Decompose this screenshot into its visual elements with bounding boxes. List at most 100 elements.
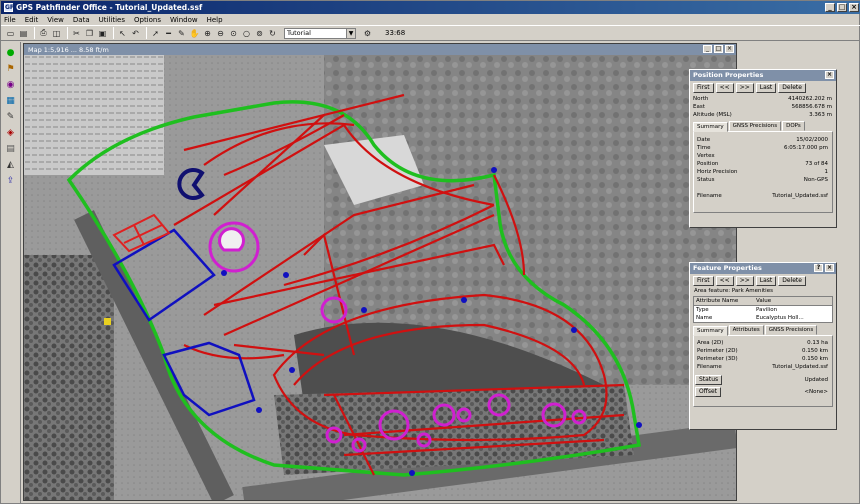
feature-type-label: Area feature: Park Amenities xyxy=(694,288,773,294)
tab-gnss-precisions[interactable]: GNSS Precisions xyxy=(764,325,818,335)
map-window: Map 1:5,916 ... 8.58 ft/m _ □ × xyxy=(23,43,737,501)
left-toolbar: ● ⚑ ◉ ▦ ✎ ◈ ▤ ◭ ⇪ xyxy=(1,42,21,504)
help-icon[interactable]: ? xyxy=(814,264,823,272)
feature-first-button[interactable]: First xyxy=(693,276,714,286)
menu-utilities[interactable]: Utilities xyxy=(99,16,125,24)
toolbar-separator xyxy=(34,27,35,39)
tab-attributes[interactable]: Attributes xyxy=(728,325,764,335)
feature-delete-button[interactable]: Delete xyxy=(778,276,806,286)
feature-filename-value: Tutorial_Updated.ssf xyxy=(772,364,828,370)
attr-value: Eucalyptus Holl... xyxy=(756,315,804,321)
undo-icon[interactable]: ↶ xyxy=(130,28,141,39)
menu-options[interactable]: Options xyxy=(134,16,161,24)
attr-value: Pavilion xyxy=(756,307,778,313)
print-icon[interactable]: ⎙ xyxy=(38,28,49,39)
grid-header: Attribute Name Value xyxy=(694,297,832,306)
position-row: Position 73 of 84 xyxy=(694,160,832,168)
tab-summary[interactable]: Summary xyxy=(693,122,728,132)
copy-icon[interactable]: ❐ xyxy=(84,28,95,39)
pan-icon[interactable]: ✋ xyxy=(189,28,200,39)
app-icon: GPS xyxy=(4,3,19,12)
toolbar-separator xyxy=(67,27,68,39)
tab-summary[interactable]: Summary xyxy=(693,326,728,336)
feature-next-button[interactable]: >> xyxy=(735,276,754,286)
preview-icon[interactable]: ◫ xyxy=(51,28,62,39)
table-row[interactable]: Name Eucalyptus Holl... xyxy=(694,314,832,322)
menu-view[interactable]: View xyxy=(47,16,64,24)
feature-icon[interactable]: ◉ xyxy=(4,78,17,91)
pointer-icon[interactable]: ➚ xyxy=(150,28,161,39)
menu-window[interactable]: Window xyxy=(170,16,198,24)
map-canvas[interactable] xyxy=(24,55,736,500)
point-icon[interactable]: ◈ xyxy=(4,126,17,139)
status-label: Status xyxy=(697,177,715,183)
marker-square xyxy=(104,318,111,325)
tab-dops[interactable]: DOPs xyxy=(782,121,805,131)
altitude-label: Altitude (MSL) xyxy=(693,112,732,118)
gps-icon[interactable]: ● xyxy=(4,46,17,59)
status-button[interactable]: Status xyxy=(695,375,723,385)
zoom-previous-icon[interactable]: ○ xyxy=(241,28,252,39)
filename-label: Filename xyxy=(697,193,722,199)
zoom-window-icon[interactable]: ⊚ xyxy=(254,28,265,39)
settings-icon[interactable]: ⚙ xyxy=(362,28,373,39)
map-minimize-button[interactable]: _ xyxy=(703,45,712,53)
filename-row: Filename Tutorial_Updated.ssf xyxy=(694,192,832,200)
east-value: 568856.678 m xyxy=(791,104,832,110)
rotate-icon[interactable]: ↻ xyxy=(267,28,278,39)
paste-icon[interactable]: ▣ xyxy=(97,28,108,39)
maximize-button[interactable]: □ xyxy=(837,3,847,12)
offset-control: Offset <None> xyxy=(694,387,832,397)
grid-header-name: Attribute Name xyxy=(696,298,739,304)
tab-gnss-precisions[interactable]: GNSS Precisions xyxy=(728,121,782,131)
map-maximize-button[interactable]: □ xyxy=(714,45,723,53)
waypoint-icon[interactable]: ⚑ xyxy=(4,62,17,75)
delete-button[interactable]: Delete xyxy=(778,83,806,93)
feature-prev-button[interactable]: << xyxy=(715,276,734,286)
cut-icon[interactable]: ✂ xyxy=(71,28,82,39)
toolbar: ▭ ▤ ⎙ ◫ ✂ ❐ ▣ ↖ ↶ ➚ ━ ✎ ✋ ⊕ ⊖ ⊙ ○ ⊚ ↻ Tu… xyxy=(1,25,860,41)
new-icon[interactable]: ▭ xyxy=(5,28,16,39)
draw-icon[interactable]: ✎ xyxy=(4,110,17,123)
feature-last-button[interactable]: Last xyxy=(755,276,777,286)
menu-bar: File Edit View Data Utilities Options Wi… xyxy=(1,14,860,25)
layer-icon[interactable]: ▦ xyxy=(4,94,17,107)
table-icon[interactable]: ▤ xyxy=(4,142,17,155)
menu-edit[interactable]: Edit xyxy=(25,16,39,24)
prev-button[interactable]: << xyxy=(715,83,734,93)
position-value: 73 of 84 xyxy=(805,161,828,167)
edit-icon[interactable]: ✎ xyxy=(176,28,187,39)
perimeter-2d-value: 0.150 km xyxy=(801,348,828,354)
map-title-bar: Map 1:5,916 ... 8.58 ft/m _ □ × xyxy=(24,44,736,55)
select-icon[interactable]: ↖ xyxy=(117,28,128,39)
zoom-out-icon[interactable]: ⊖ xyxy=(215,28,226,39)
next-button[interactable]: >> xyxy=(735,83,754,93)
close-icon[interactable]: × xyxy=(825,264,834,272)
offset-button[interactable]: Offset xyxy=(695,387,722,397)
altitude-row: Altitude (MSL) 3.363 m xyxy=(690,111,836,119)
menu-data[interactable]: Data xyxy=(73,16,90,24)
first-button[interactable]: First xyxy=(693,83,714,93)
zoom-extents-icon[interactable]: ⊙ xyxy=(228,28,239,39)
minimize-button[interactable]: _ xyxy=(825,3,835,12)
last-button[interactable]: Last xyxy=(755,83,777,93)
perimeter-2d-row: Perimeter (2D) 0.150 km xyxy=(694,347,832,355)
erase-icon[interactable]: ◭ xyxy=(4,158,17,171)
time-label: Time xyxy=(697,145,711,151)
menu-file[interactable]: File xyxy=(4,16,16,24)
chevron-down-icon[interactable]: ▼ xyxy=(346,28,355,38)
map-close-button[interactable]: × xyxy=(725,45,734,53)
map-title: Map 1:5,916 ... 8.58 ft/m xyxy=(28,45,109,54)
export-icon[interactable]: ⇪ xyxy=(4,174,17,187)
time-row: Time 6:05:17.000 pm xyxy=(694,144,832,152)
open-icon[interactable]: ▤ xyxy=(18,28,29,39)
measure-icon[interactable]: ━ xyxy=(163,28,174,39)
layer-select[interactable]: Tutorial ▼ xyxy=(284,27,356,39)
close-icon[interactable]: × xyxy=(825,71,834,79)
menu-help[interactable]: Help xyxy=(207,16,223,24)
table-row[interactable]: Type Pavilion xyxy=(694,306,832,314)
zoom-in-icon[interactable]: ⊕ xyxy=(202,28,213,39)
position-tabs: Summary GNSS Precisions DOPs xyxy=(690,121,836,132)
filename-value: Tutorial_Updated.ssf xyxy=(772,193,828,199)
close-button[interactable]: × xyxy=(849,3,859,12)
